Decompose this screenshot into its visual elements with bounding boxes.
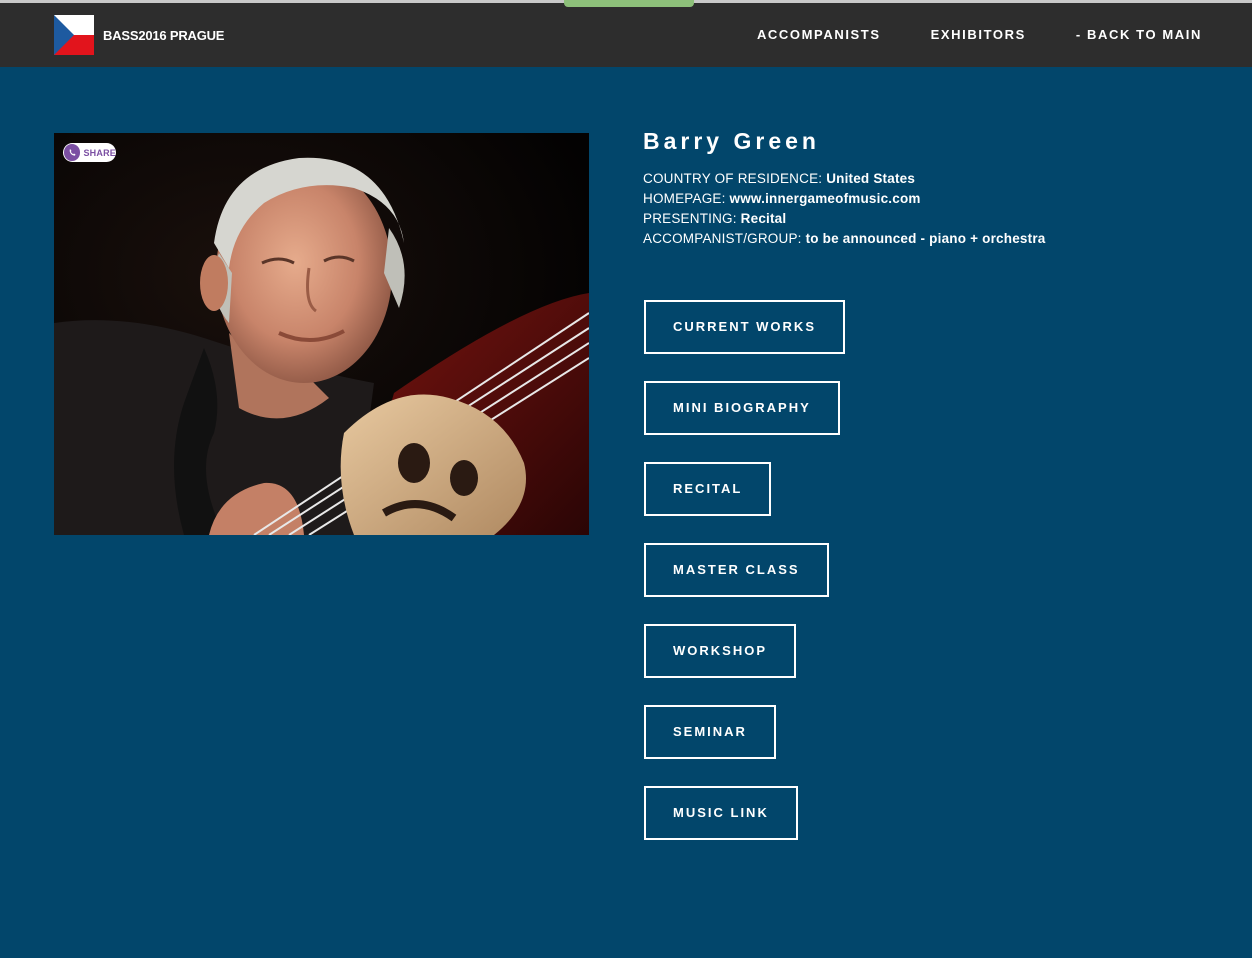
country-row: COUNTRY OF RESIDENCE: United States xyxy=(643,169,1046,189)
nav-exhibitors[interactable]: EXHIBITORS xyxy=(931,27,1026,42)
brand-title: BASS2016 PRAGUE xyxy=(103,27,225,43)
music-link-button[interactable]: MUSIC LINK xyxy=(644,786,798,840)
homepage-label: HOMEPAGE: xyxy=(643,191,730,206)
artist-photo xyxy=(54,133,589,535)
accent-tab xyxy=(564,0,694,7)
master-class-button[interactable]: MASTER CLASS xyxy=(644,543,829,597)
viber-icon xyxy=(64,144,81,161)
country-value: United States xyxy=(826,171,916,186)
artist-portrait-image xyxy=(54,133,589,535)
section-buttons: CURRENT WORKS MINI BIOGRAPHY RECITAL MAS… xyxy=(644,300,845,867)
share-label: SHARE xyxy=(83,147,116,158)
site-logo[interactable]: BASS2016 PRAGUE xyxy=(54,15,224,55)
presenting-label: PRESENTING: xyxy=(643,211,741,226)
presenting-row: PRESENTING: Recital xyxy=(643,209,1046,229)
czech-flag-icon xyxy=(54,15,94,55)
nav-back-to-main[interactable]: - BACK TO MAIN xyxy=(1076,27,1202,42)
main-nav: ACCOMPANISTS EXHIBITORS - BACK TO MAIN xyxy=(757,27,1202,42)
artist-info: Barry Green COUNTRY OF RESIDENCE: United… xyxy=(643,128,1046,249)
recital-button[interactable]: RECITAL xyxy=(644,462,772,516)
seminar-button[interactable]: SEMINAR xyxy=(644,705,776,759)
current-works-button[interactable]: CURRENT WORKS xyxy=(644,300,845,354)
homepage-link[interactable]: www.innergameofmusic.com xyxy=(730,191,921,206)
nav-accompanists[interactable]: ACCOMPANISTS xyxy=(757,27,881,42)
homepage-row: HOMEPAGE: www.innergameofmusic.com xyxy=(643,189,1046,209)
country-label: COUNTRY OF RESIDENCE: xyxy=(643,171,827,186)
accompanist-label: ACCOMPANIST/GROUP: xyxy=(643,231,806,246)
mini-biography-button[interactable]: MINI BIOGRAPHY xyxy=(644,381,840,435)
viber-share-button[interactable]: SHARE xyxy=(63,143,116,162)
artist-name: Barry Green xyxy=(643,128,820,154)
site-header: BASS2016 PRAGUE ACCOMPANISTS EXHIBITORS … xyxy=(0,3,1252,67)
accompanist-value: to be announced - piano + orchestra xyxy=(805,231,1046,246)
presenting-value: Recital xyxy=(740,211,787,226)
accompanist-row: ACCOMPANIST/GROUP: to be announced - pia… xyxy=(643,229,1046,249)
workshop-button[interactable]: WORKSHOP xyxy=(644,624,796,678)
